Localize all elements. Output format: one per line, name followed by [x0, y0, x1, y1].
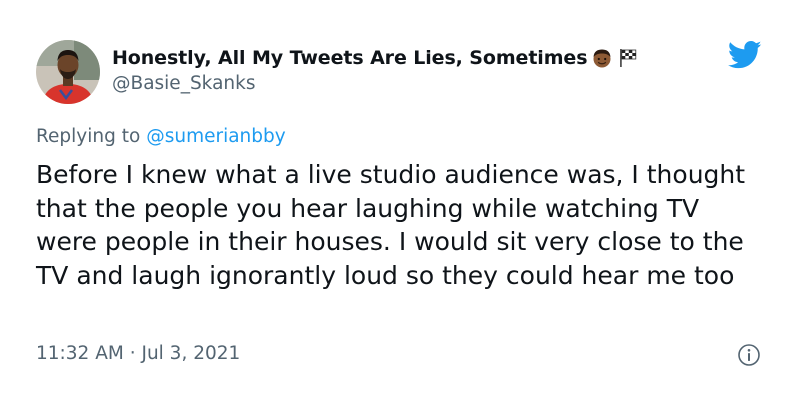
tweet-text: Before I knew what a live studio audienc… [36, 160, 746, 290]
twitter-bird-icon[interactable] [727, 40, 762, 70]
avatar[interactable] [36, 40, 100, 104]
avatar-image [36, 40, 100, 104]
info-icon[interactable] [737, 343, 761, 367]
user-handle[interactable]: @Basie_Skanks [112, 73, 255, 94]
tweet-time: 11:32 AM [36, 343, 124, 364]
author-row: Honestly, All My Tweets Are Lies, Someti… [112, 43, 639, 73]
replying-to-label: Replying to [36, 126, 141, 147]
man-face-emoji-icon [591, 47, 613, 69]
replying-to-line: Replying to @sumerianbby [36, 126, 286, 147]
timestamp-separator: · [129, 343, 136, 364]
tweet-card: Honestly, All My Tweets Are Lies, Someti… [0, 0, 800, 400]
display-name[interactable]: Honestly, All My Tweets Are Lies, Someti… [112, 47, 588, 69]
tweet-date: Jul 3, 2021 [141, 343, 241, 364]
timestamp[interactable]: 11:32 AM · Jul 3, 2021 [36, 343, 240, 364]
checkered-flag-emoji-icon [617, 47, 639, 69]
replying-to-mention-link[interactable]: @sumerianbby [146, 126, 286, 147]
